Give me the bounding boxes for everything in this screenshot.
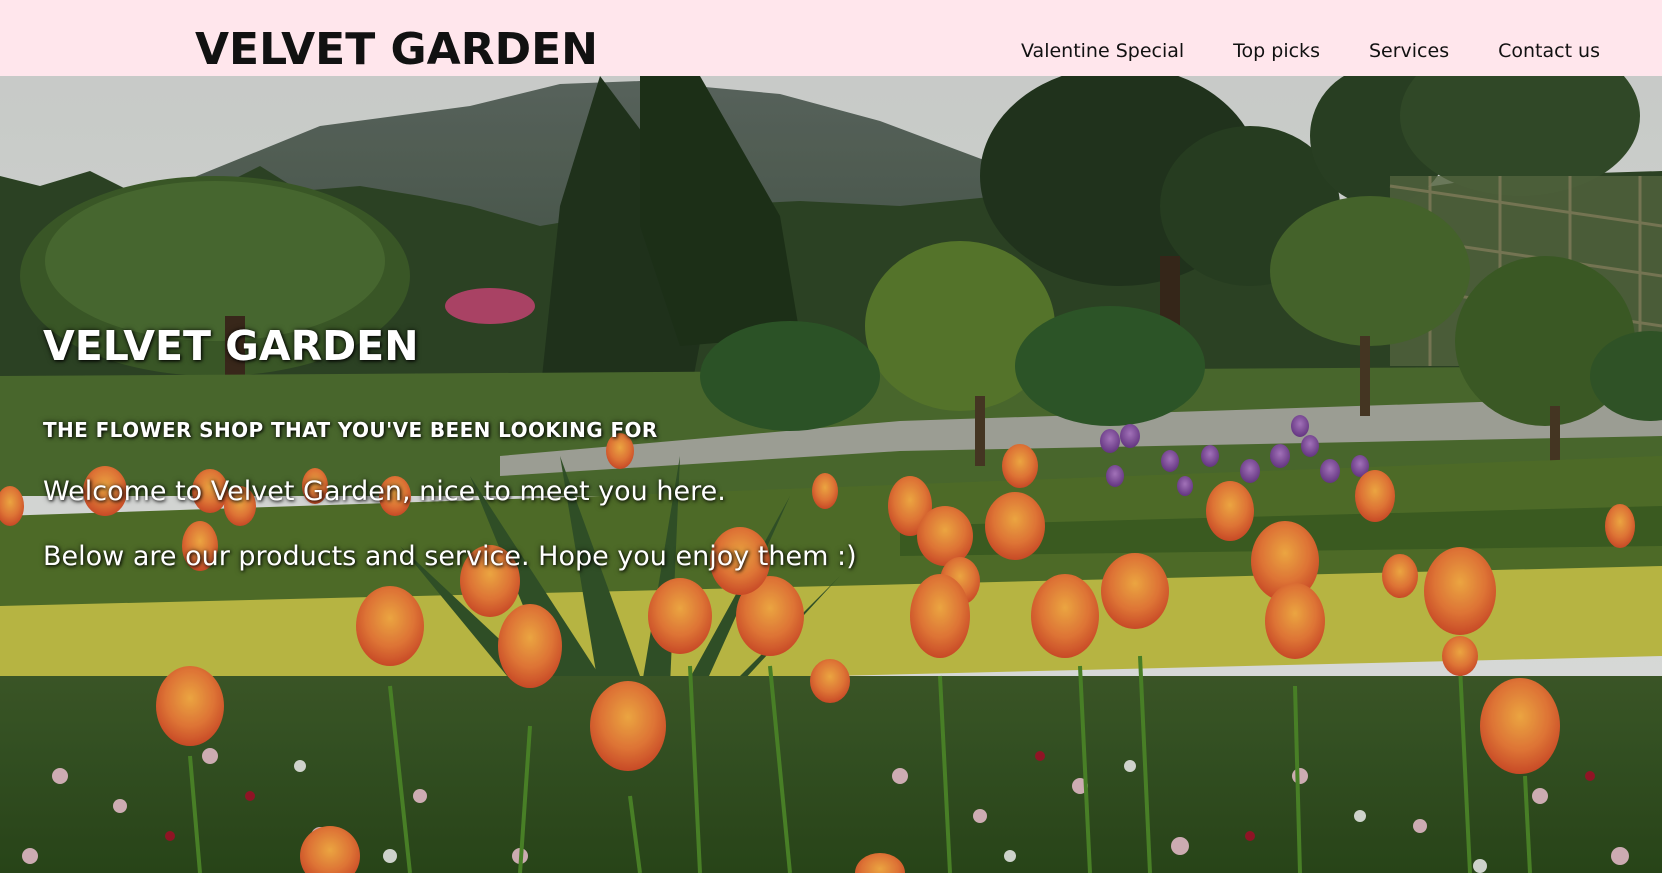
nav-links: Valentine Special Top picks Services Con… [1021,36,1600,66]
hero-section: VELVET GARDEN THE FLOWER SHOP THAT YOU'V… [0,76,1662,873]
hero-intro-text: Below are our products and service. Hope… [43,541,857,572]
brand-logo[interactable]: VELVET GARDEN [195,22,598,78]
hero-subtitle: THE FLOWER SHOP THAT YOU'VE BEEN LOOKING… [43,418,658,442]
nav-link-valentine-special[interactable]: Valentine Special [1021,36,1184,66]
hero-title: VELVET GARDEN [43,322,419,370]
nav-link-contact-us[interactable]: Contact us [1498,36,1600,66]
hero-welcome-text: Welcome to Velvet Garden, nice to meet y… [43,476,726,507]
nav-link-top-picks[interactable]: Top picks [1233,36,1320,66]
nav-link-services[interactable]: Services [1369,36,1449,66]
navbar: VELVET GARDEN Valentine Special Top pick… [0,0,1662,76]
